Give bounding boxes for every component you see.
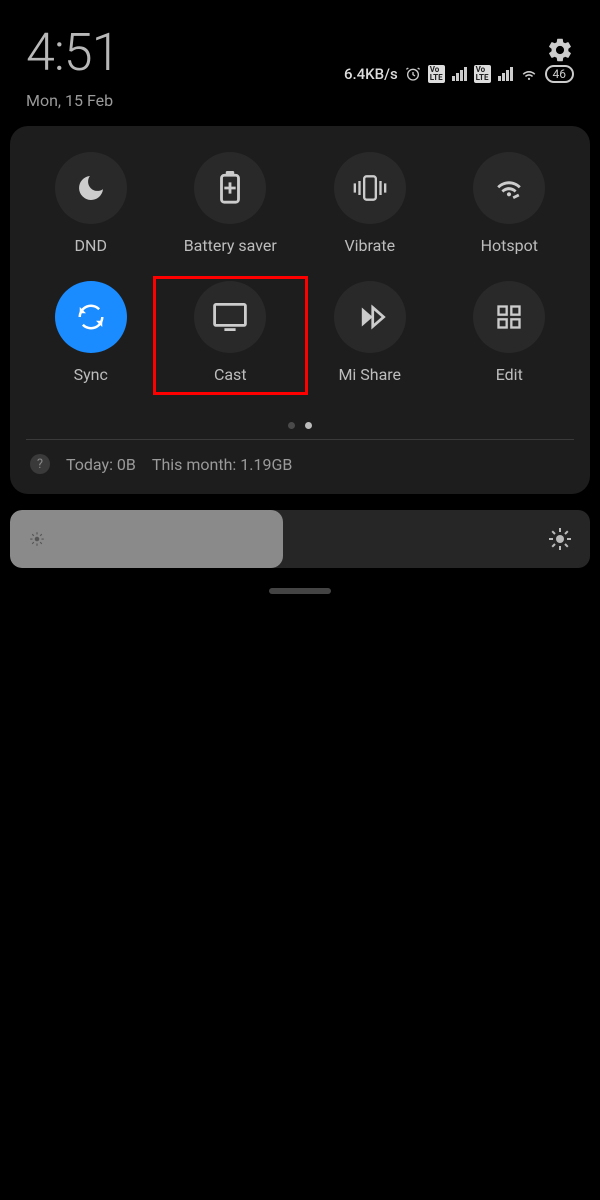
battery-indicator: 46 xyxy=(545,65,575,83)
alarm-icon xyxy=(405,66,421,82)
tile-dnd[interactable]: DND xyxy=(24,148,158,259)
tile-edit[interactable]: Edit xyxy=(443,277,577,394)
brightness-fill xyxy=(10,510,283,568)
quick-settings-panel: DND Battery saver Vibrate Hotspot Sync C… xyxy=(10,126,590,494)
tile-cast[interactable]: Cast xyxy=(154,277,308,394)
vibrate-icon xyxy=(352,174,388,202)
tile-vibrate[interactable]: Vibrate xyxy=(303,148,437,259)
tile-label: Edit xyxy=(496,365,523,384)
navigation-handle[interactable] xyxy=(269,588,331,594)
tile-sync[interactable]: Sync xyxy=(24,277,158,394)
page-indicator xyxy=(24,422,576,429)
grid-icon xyxy=(495,303,523,331)
brightness-low-icon xyxy=(28,530,46,548)
usage-month: This month: 1.19GB xyxy=(152,455,292,474)
date-label: Mon, 15 Feb xyxy=(0,83,600,110)
battery-plus-icon xyxy=(217,171,243,205)
tile-label: Vibrate xyxy=(344,236,395,255)
hotspot-icon xyxy=(492,174,526,202)
tile-label: Cast xyxy=(214,365,247,384)
volte-icon-2: VoLTE xyxy=(474,65,491,83)
moon-icon xyxy=(75,172,107,204)
brightness-high-icon xyxy=(548,527,572,551)
tile-label: Battery saver xyxy=(184,236,277,255)
signal-bars-icon-1 xyxy=(452,67,467,81)
mishare-icon xyxy=(353,302,387,332)
signal-bars-icon-2 xyxy=(498,67,513,81)
pager-dot xyxy=(288,422,295,429)
tile-mi-share[interactable]: Mi Share xyxy=(303,277,437,394)
tile-label: Hotspot xyxy=(481,236,538,255)
network-speed: 6.4KB/s xyxy=(344,65,398,83)
data-usage-row[interactable]: ? Today: 0B This month: 1.19GB xyxy=(24,440,576,484)
cast-icon xyxy=(213,303,247,331)
clock: 4:51 xyxy=(26,22,119,83)
brightness-slider[interactable] xyxy=(10,510,590,568)
tile-label: DND xyxy=(75,236,107,255)
usage-today: Today: 0B xyxy=(66,455,136,474)
wifi-icon xyxy=(520,66,538,82)
pager-dot xyxy=(305,422,312,429)
tile-label: Mi Share xyxy=(338,365,401,384)
settings-gear-button[interactable] xyxy=(546,36,574,64)
volte-icon-1: VoLTE xyxy=(428,65,445,83)
tile-battery-saver[interactable]: Battery saver xyxy=(164,148,298,259)
tile-hotspot[interactable]: Hotspot xyxy=(443,148,577,259)
help-icon: ? xyxy=(30,454,50,474)
sync-icon xyxy=(76,302,106,332)
tile-label: Sync xyxy=(74,365,108,384)
